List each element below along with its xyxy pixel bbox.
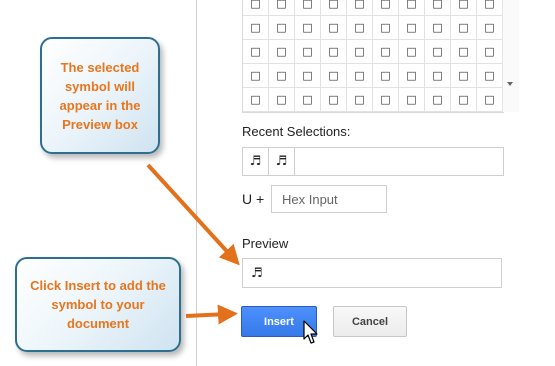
symbol-cell[interactable]: □ bbox=[295, 0, 321, 16]
scroll-down-icon[interactable] bbox=[507, 82, 513, 86]
preview-label: Preview bbox=[242, 236, 289, 251]
symbol-cell[interactable]: □ bbox=[347, 40, 373, 64]
symbol-cell[interactable]: □ bbox=[269, 64, 295, 88]
symbol-cell[interactable]: □ bbox=[451, 0, 477, 16]
symbol-cell[interactable]: □ bbox=[451, 40, 477, 64]
symbol-cell[interactable]: □ bbox=[295, 16, 321, 40]
symbol-cell[interactable]: □ bbox=[451, 16, 477, 40]
symbol-grid-scrollbar[interactable] bbox=[502, 0, 519, 112]
symbol-cell[interactable]: □ bbox=[321, 0, 347, 16]
symbol-cell[interactable]: □ bbox=[425, 64, 451, 88]
symbol-cell[interactable]: □ bbox=[243, 64, 269, 88]
symbol-cell[interactable]: □ bbox=[399, 64, 425, 88]
symbol-cell[interactable]: □ bbox=[321, 64, 347, 88]
symbol-cell[interactable]: □ bbox=[373, 0, 399, 16]
symbol-cell[interactable]: □ bbox=[347, 88, 373, 112]
symbol-cell[interactable]: □ bbox=[373, 88, 399, 112]
symbol-cell[interactable]: □ bbox=[243, 16, 269, 40]
symbol-cell[interactable]: □ bbox=[399, 0, 425, 16]
symbol-cell[interactable]: □ bbox=[451, 88, 477, 112]
symbol-cell[interactable]: □ bbox=[477, 64, 503, 88]
symbol-cell[interactable]: □ bbox=[477, 88, 503, 112]
symbol-cell[interactable]: □ bbox=[321, 16, 347, 40]
symbol-cell[interactable]: □ bbox=[399, 88, 425, 112]
dialog-left-border bbox=[196, 0, 197, 366]
symbol-cell[interactable]: □ bbox=[373, 64, 399, 88]
symbol-cell[interactable]: □ bbox=[295, 40, 321, 64]
symbol-cell[interactable]: □ bbox=[321, 88, 347, 112]
insert-callout: Click Insert to add the symbol to your d… bbox=[15, 257, 181, 352]
symbol-cell[interactable]: □ bbox=[321, 40, 347, 64]
symbol-cell[interactable]: □ bbox=[269, 16, 295, 40]
recent-symbol[interactable]: ♬ bbox=[243, 148, 269, 175]
symbol-cell[interactable]: □ bbox=[347, 0, 373, 16]
symbol-cell[interactable]: □ bbox=[477, 16, 503, 40]
unicode-prefix-label: U + bbox=[242, 191, 265, 207]
symbol-cell[interactable]: □ bbox=[477, 40, 503, 64]
symbol-cell[interactable]: □ bbox=[399, 40, 425, 64]
symbol-grid: □ □ □ □ □ □ □ □ □ □ □ □ □ □ □ □ □ □ □ □ □ □ □ □ □ □ □ □ □ □ □ □ □ □ □ □ □ □ □ □… bbox=[242, 0, 504, 113]
symbol-cell[interactable]: □ bbox=[347, 16, 373, 40]
symbol-cell[interactable]: □ bbox=[269, 0, 295, 16]
recent-selections-label: Recent Selections: bbox=[242, 124, 351, 139]
preview-callout: The selected symbol will appear in the P… bbox=[40, 37, 160, 154]
recent-selections-box: ♬ ♬ bbox=[242, 147, 504, 176]
preview-box: ♬ bbox=[242, 258, 502, 288]
symbol-cell[interactable]: □ bbox=[425, 40, 451, 64]
recent-symbol[interactable]: ♬ bbox=[269, 148, 295, 175]
symbol-cell[interactable]: □ bbox=[243, 0, 269, 16]
symbol-cell[interactable]: □ bbox=[425, 0, 451, 16]
symbol-cell[interactable]: □ bbox=[295, 64, 321, 88]
symbol-cell[interactable]: □ bbox=[373, 40, 399, 64]
hex-input[interactable] bbox=[271, 185, 387, 213]
symbol-cell[interactable]: □ bbox=[477, 0, 503, 16]
symbol-cell[interactable]: □ bbox=[269, 88, 295, 112]
symbol-cell[interactable]: □ bbox=[243, 88, 269, 112]
cancel-button[interactable]: Cancel bbox=[333, 306, 407, 337]
symbol-cell[interactable]: □ bbox=[425, 16, 451, 40]
symbol-cell[interactable]: □ bbox=[425, 88, 451, 112]
symbol-grid-cells: □ □ □ □ □ □ □ □ □ □ □ □ □ □ □ □ □ □ □ □ □ □ □ □ □ □ □ □ □ □ □ □ □ □ □ □ □ □ □ □… bbox=[243, 0, 503, 112]
symbol-cell[interactable]: □ bbox=[295, 88, 321, 112]
symbol-cell[interactable]: □ bbox=[269, 40, 295, 64]
symbol-cell[interactable]: □ bbox=[451, 64, 477, 88]
mouse-pointer-icon bbox=[303, 320, 318, 344]
symbol-cell[interactable]: □ bbox=[373, 16, 399, 40]
symbol-cell[interactable]: □ bbox=[243, 40, 269, 64]
symbol-cell[interactable]: □ bbox=[347, 64, 373, 88]
symbol-cell[interactable]: □ bbox=[399, 16, 425, 40]
